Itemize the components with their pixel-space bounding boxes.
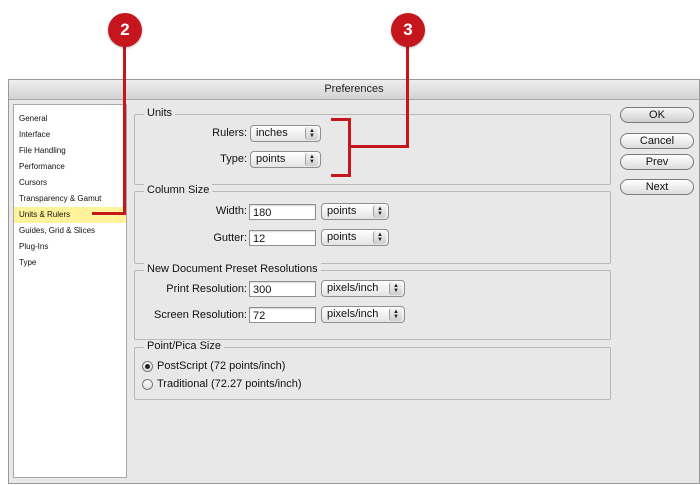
callout-3: 3 [391, 13, 425, 47]
resolutions-legend: New Document Preset Resolutions [144, 263, 321, 275]
sidebar-item-transparency-gamut[interactable]: Transparency & Gamut [14, 191, 126, 207]
cancel-button[interactable]: Cancel [620, 133, 694, 149]
traditional-label: Traditional (72.27 points/inch) [157, 378, 302, 390]
rulers-label: Rulers: [212, 127, 247, 139]
postscript-label: PostScript (72 points/inch) [157, 360, 286, 372]
print-resolution-label: Print Resolution: [166, 283, 247, 295]
width-unit-select[interactable]: points ▲ ▼ [321, 203, 389, 220]
preferences-window: Preferences General Interface File Handl… [8, 79, 700, 484]
screen-resolution-input[interactable]: 72 [249, 307, 316, 323]
screen-resolution-label: Screen Resolution: [154, 309, 247, 321]
type-label: Type: [220, 153, 247, 165]
sidebar-item-file-handling[interactable]: File Handling [14, 143, 126, 159]
print-resolution-unit-select[interactable]: pixels/inch ▲ ▼ [321, 280, 405, 297]
resolutions-group: New Document Preset Resolutions Print Re… [134, 263, 611, 340]
print-resolution-unit-value: pixels/inch [327, 282, 379, 294]
sidebar-item-interface[interactable]: Interface [14, 127, 126, 143]
gutter-input[interactable]: 12 [249, 230, 316, 246]
column-size-legend: Column Size [144, 184, 213, 196]
stepper-arrows-icon: ▲ ▼ [389, 282, 402, 295]
column-size-group: Column Size Width: 180 points ▲ ▼ Gutter:… [134, 184, 611, 264]
print-resolution-input[interactable]: 300 [249, 281, 316, 297]
sidebar-item-guides-grid-slices[interactable]: Guides, Grid & Slices [14, 223, 126, 239]
callout-2: 2 [108, 13, 142, 47]
sidebar-item-type[interactable]: Type [14, 255, 126, 271]
sidebar-item-performance[interactable]: Performance [14, 159, 126, 175]
sidebar-item-cursors[interactable]: Cursors [14, 175, 126, 191]
callout-3-line [406, 46, 409, 147]
postscript-option[interactable]: PostScript (72 points/inch) [142, 360, 285, 372]
next-button[interactable]: Next [620, 179, 694, 195]
screen-resolution-unit-value: pixels/inch [327, 308, 379, 320]
width-input[interactable]: 180 [249, 204, 316, 220]
point-pica-group: Point/Pica Size PostScript (72 points/in… [134, 340, 611, 400]
type-select[interactable]: points ▲ ▼ [250, 151, 321, 168]
traditional-option[interactable]: Traditional (72.27 points/inch) [142, 378, 302, 390]
screen-resolution-unit-select[interactable]: pixels/inch ▲ ▼ [321, 306, 405, 323]
gutter-label: Gutter: [213, 232, 247, 244]
radio-unselected-icon[interactable] [142, 378, 153, 390]
gutter-unit-select[interactable]: points ▲ ▼ [321, 229, 389, 246]
stepper-arrows-icon: ▲ ▼ [389, 308, 402, 321]
point-pica-legend: Point/Pica Size [144, 340, 224, 352]
prev-button[interactable]: Prev [620, 154, 694, 170]
callout-3-bracket [331, 118, 350, 121]
stepper-arrows-icon: ▲ ▼ [373, 205, 386, 218]
window-title: Preferences [9, 80, 699, 100]
radio-selected-icon[interactable] [142, 360, 153, 372]
callout-2-line [123, 46, 126, 215]
callout-3-bracket [331, 174, 350, 177]
width-unit-value: points [327, 205, 357, 217]
stepper-arrows-icon: ▲ ▼ [373, 231, 386, 244]
gutter-unit-value: points [327, 231, 357, 243]
callout-3-bracket [348, 118, 351, 177]
stepper-arrows-icon: ▲ ▼ [305, 127, 318, 140]
rulers-select[interactable]: inches ▲ ▼ [250, 125, 321, 142]
units-legend: Units [144, 107, 176, 119]
callout-2-line [92, 212, 126, 215]
stepper-arrows-icon: ▲ ▼ [305, 153, 318, 166]
rulers-value: inches [256, 127, 288, 139]
sidebar-item-units-rulers[interactable]: Units & Rulers [14, 207, 126, 223]
units-group: Units Rulers: inches ▲ ▼ Type: points ▲ ▼ [134, 107, 611, 185]
width-label: Width: [215, 205, 247, 217]
callout-3-line [350, 145, 409, 148]
sidebar-item-general[interactable]: General [14, 111, 126, 127]
sidebar-item-plug-ins[interactable]: Plug-Ins [14, 239, 126, 255]
ok-button[interactable]: OK [620, 107, 694, 123]
type-value: points [256, 153, 286, 165]
category-list: General Interface File Handling Performa… [13, 104, 127, 478]
